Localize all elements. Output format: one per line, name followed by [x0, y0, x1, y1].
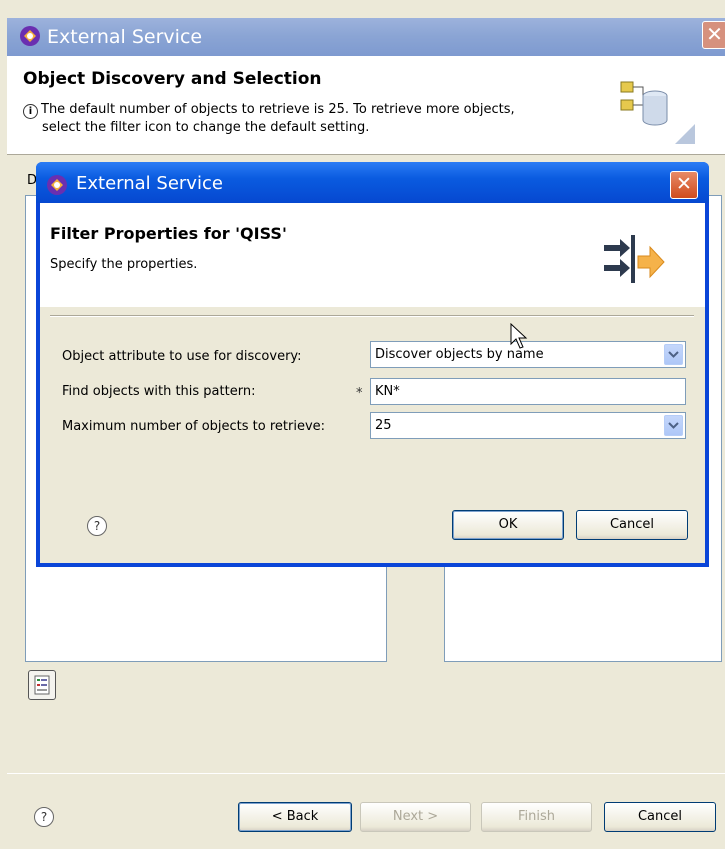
mouse-cursor-icon [510, 323, 528, 349]
pattern-label: Find objects with this pattern: [62, 384, 256, 399]
import-arrows-icon [604, 235, 665, 283]
info-line-1: The default number of objects to retriev… [41, 102, 515, 117]
max-objects-label: Maximum number of objects to retrieve: [62, 419, 326, 434]
wizard-info-message: i The default number of objects to retrie… [23, 101, 613, 136]
pattern-input[interactable]: KN* [370, 378, 686, 405]
max-objects-dropdown-button[interactable] [664, 415, 683, 436]
dialog-title: External Service [76, 173, 223, 194]
wizard-header-title: Object Discovery and Selection [23, 69, 322, 89]
dialog-separator [50, 315, 694, 317]
dialog-content: Filter Properties for 'QISS' Specify the… [40, 203, 705, 563]
dialog-cancel-button[interactable]: Cancel [576, 510, 688, 540]
info-icon: i [23, 104, 38, 119]
dialog-help-icon[interactable]: ? [87, 516, 107, 536]
dialog-close-icon[interactable]: ✕ [670, 171, 698, 199]
ok-button[interactable]: OK [452, 510, 564, 540]
app-icon [20, 26, 40, 46]
wizard-help-icon[interactable]: ? [34, 807, 54, 827]
dialog-header: Filter Properties for 'QISS' Specify the… [40, 203, 705, 307]
wizard-title-bar[interactable]: External Service [7, 18, 725, 56]
footer-separator [7, 773, 725, 774]
filter-button[interactable] [28, 670, 56, 700]
info-line-2: select the filter icon to change the def… [42, 120, 370, 135]
app-icon [47, 175, 67, 195]
chevron-down-icon [668, 351, 679, 358]
max-objects-select[interactable]: 25 [370, 412, 686, 439]
dialog-title-bar[interactable]: External Service ✕ [36, 162, 709, 203]
required-marker: * [356, 386, 363, 401]
chevron-down-icon [668, 422, 679, 429]
max-objects-value: 25 [375, 418, 392, 433]
dialog-header-title: Filter Properties for 'QISS' [50, 224, 287, 243]
filter-icon [34, 675, 50, 695]
finish-button[interactable]: Finish [481, 802, 592, 832]
dialog-header-description: Specify the properties. [50, 257, 198, 272]
pattern-input-value: KN* [375, 384, 400, 399]
attribute-label: Object attribute to use for discovery: [62, 349, 302, 364]
next-button[interactable]: Next > [360, 802, 471, 832]
filter-dialog: External Service ✕ Filter Properties for… [36, 162, 709, 567]
database-icon [620, 81, 695, 144]
attribute-dropdown-button[interactable] [664, 344, 683, 365]
wizard-title: External Service [47, 26, 203, 48]
wizard-close-icon[interactable]: ✕ [702, 21, 725, 49]
back-button[interactable]: < Back [238, 802, 352, 832]
wizard-header: Object Discovery and Selection i The defa… [7, 56, 725, 155]
wizard-cancel-button[interactable]: Cancel [604, 802, 716, 832]
